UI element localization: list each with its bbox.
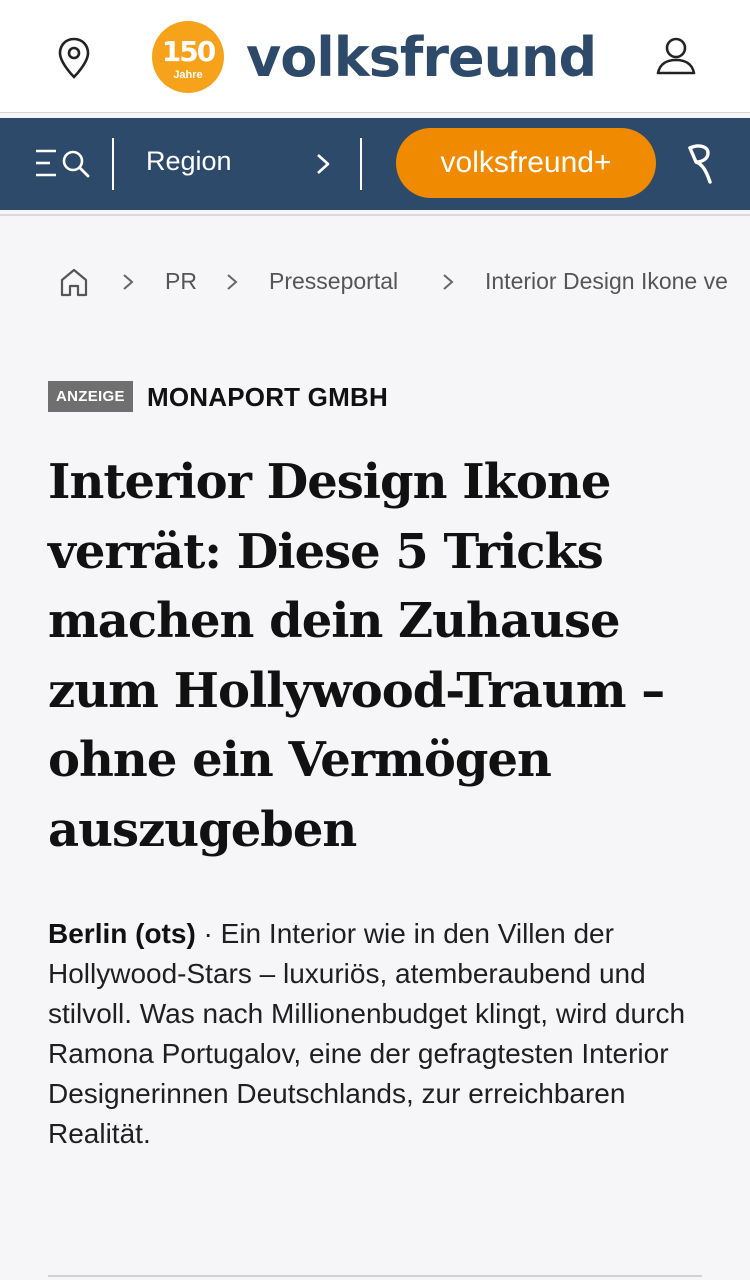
- chevron-right-icon[interactable]: [314, 152, 332, 176]
- company-name: MONAPORT GMBH: [147, 382, 388, 412]
- r-logo-icon[interactable]: [684, 142, 714, 188]
- headline-line: auszugeben: [48, 801, 357, 858]
- badge-caption: Jahre: [173, 69, 203, 81]
- breadcrumb-item-pr[interactable]: PR: [165, 268, 197, 295]
- map-pin-icon[interactable]: [56, 36, 92, 80]
- headline-line: machen dein Zuhause: [48, 593, 621, 649]
- dateline: Berlin (ots): [48, 918, 196, 949]
- site-logo[interactable]: 150 Jahre volksfreund: [152, 20, 597, 94]
- headline-line: zum Hollywood-Traum –: [48, 662, 665, 719]
- headline-line: ohne ein Vermögen: [48, 732, 552, 788]
- menu-search-icon[interactable]: [34, 146, 92, 182]
- headline-line: Interior Design Ikone: [48, 454, 611, 510]
- content-divider: [48, 1275, 702, 1277]
- breadcrumb-separator-icon: [227, 274, 238, 290]
- breadcrumb-item-presseportal[interactable]: Presseportal: [269, 268, 398, 295]
- nav-divider: [360, 138, 362, 190]
- anniversary-badge: 150 Jahre: [152, 21, 224, 93]
- article-headline: Interior Design Ikone verrät: Diese 5 Tr…: [48, 448, 718, 865]
- badge-number: 150: [161, 35, 216, 68]
- region-menu[interactable]: Region: [146, 146, 232, 177]
- breadcrumb-item-current: Interior Design Ikone ve: [485, 268, 728, 294]
- user-icon[interactable]: [654, 36, 698, 76]
- brand-name: volksfreund: [246, 25, 597, 89]
- header-divider: [0, 214, 750, 216]
- lead-text: · Ein Interior wie in den Villen der Hol…: [48, 918, 686, 1149]
- article-lead: Berlin (ots) · Ein Interior wie in den V…: [48, 914, 708, 1154]
- breadcrumb-separator-icon: [443, 274, 454, 290]
- breadcrumb-separator-icon: [123, 274, 134, 290]
- nav-divider: [112, 138, 114, 190]
- volksfreund-plus-button[interactable]: volksfreund+: [396, 128, 656, 198]
- ad-label-badge: ANZEIGE: [48, 381, 133, 412]
- headline-line: verrät: Diese 5 Tricks: [48, 523, 604, 580]
- home-icon[interactable]: [58, 266, 90, 298]
